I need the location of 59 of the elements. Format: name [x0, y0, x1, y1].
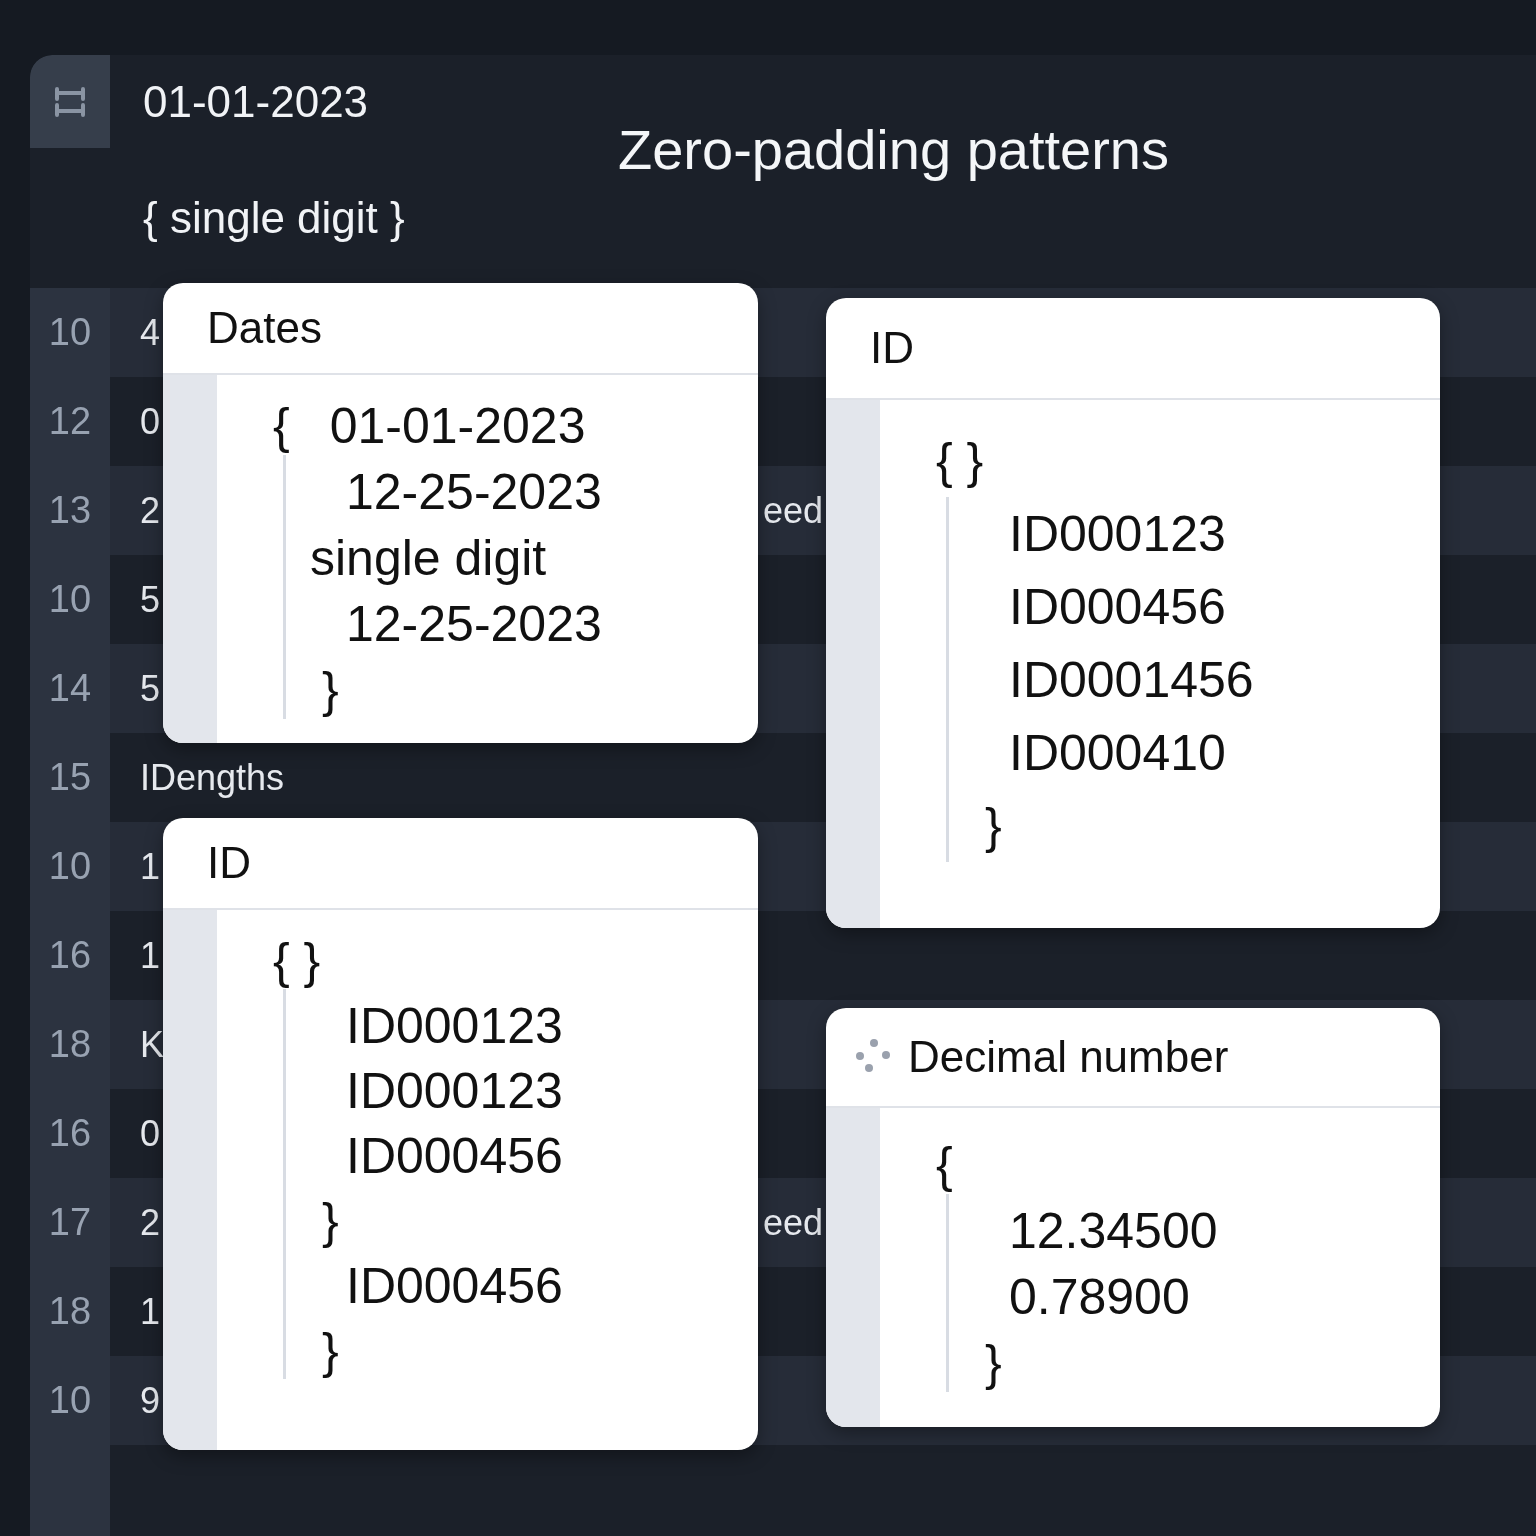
line-number: 10	[48, 1378, 92, 1423]
code-value: ID000123	[1009, 506, 1226, 562]
code-line: 5	[140, 578, 161, 620]
code-line: 4	[140, 311, 161, 353]
card-title: ID	[870, 322, 914, 374]
brace: }	[985, 1335, 1002, 1391]
brace: {	[936, 1136, 953, 1194]
code-line: { single digit }	[143, 192, 405, 244]
brace: }	[322, 1193, 339, 1249]
code-line: 1	[140, 845, 161, 887]
line-number: 16	[48, 1111, 92, 1156]
code-line: 1	[140, 934, 161, 976]
code-value: 01-01-2023	[329, 397, 586, 455]
line-number: 13	[48, 488, 92, 533]
page-title: Zero-padding patterns	[618, 117, 1169, 183]
line-number: 18	[48, 1022, 92, 1067]
code-value: ID000410	[1009, 725, 1226, 781]
code-line: 0	[140, 400, 161, 442]
brace: }	[322, 1323, 339, 1379]
code-value: 12.34500	[1009, 1203, 1218, 1259]
code-line: 2	[140, 489, 161, 531]
code-value: 12-25-2023	[346, 596, 602, 652]
line-number: 18	[48, 1289, 92, 1334]
code-line: IDengths	[140, 756, 285, 798]
code-value: 12-25-2023	[346, 464, 602, 520]
line-number: 10	[48, 577, 92, 622]
brace: }	[985, 798, 1002, 854]
code-value: ID000123	[346, 998, 563, 1054]
code-line: 5	[140, 667, 161, 709]
code-value: ID000456	[1009, 579, 1226, 635]
code-value: 0.78900	[1009, 1269, 1190, 1325]
card-title: Decimal number	[908, 1031, 1229, 1083]
code-line: K	[140, 1023, 164, 1065]
code-line: eed	[763, 488, 824, 533]
code-line: 2	[140, 1201, 161, 1243]
brace: { }	[273, 932, 321, 989]
code-value: ID000456	[346, 1258, 563, 1314]
card-title: ID	[207, 837, 251, 889]
line-number: 14	[48, 666, 92, 711]
line-number: 10	[48, 310, 92, 355]
card-title: Dates	[207, 302, 322, 354]
line-number: 16	[48, 933, 92, 978]
code-line: 0	[140, 1112, 161, 1154]
line-number: 15	[48, 755, 92, 800]
code-comment: single digit	[310, 530, 547, 586]
code-line: eed	[763, 1200, 824, 1245]
brackets-icon	[53, 84, 87, 119]
code-line: 1	[140, 1290, 161, 1332]
code-value: ID000123	[346, 1063, 563, 1119]
code-line: 9	[140, 1379, 161, 1421]
brace: {	[273, 397, 290, 455]
code-value: ID0001456	[1009, 652, 1254, 708]
line-number: 17	[48, 1200, 92, 1245]
line-number: 12	[48, 399, 92, 444]
brace: }	[322, 662, 339, 718]
code-line: 01-01-2023	[143, 75, 369, 128]
code-value: ID000456	[346, 1128, 563, 1184]
brace: { }	[936, 432, 984, 491]
line-number: 10	[48, 844, 92, 889]
